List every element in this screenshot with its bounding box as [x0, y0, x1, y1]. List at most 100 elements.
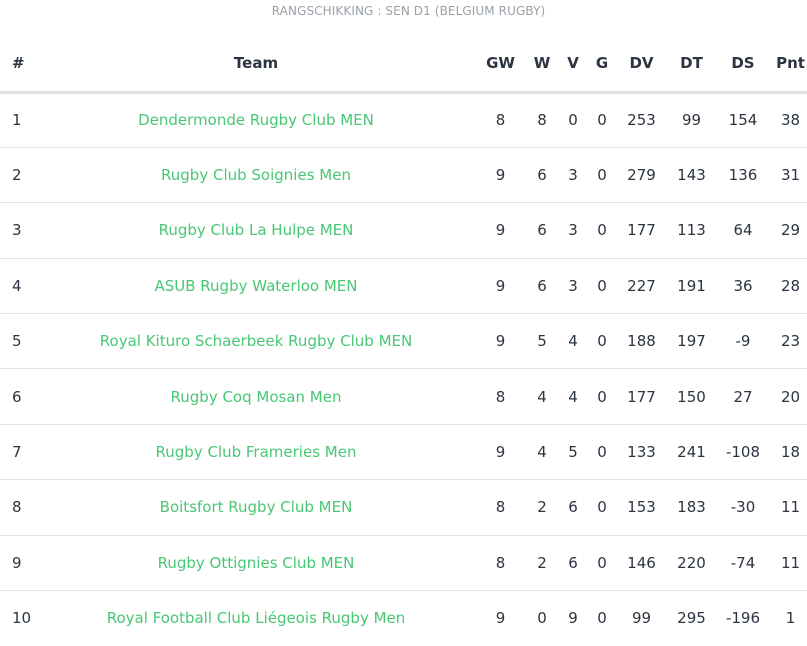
standings-caption: RANGSCHIKKING : SEN D1 (BELGIUM RUGBY)	[271, 4, 546, 18]
cell-position: 4	[12, 276, 22, 295]
cell-draws: 0	[597, 387, 607, 406]
cell-points-difference: -9	[735, 332, 751, 351]
cell-points-against: 143	[677, 166, 706, 185]
team-link[interactable]: Rugby Club Soignies Men	[161, 166, 351, 184]
cell-points-for: 253	[627, 111, 656, 130]
cell-points-against: 183	[677, 498, 706, 517]
cell-points-difference: 154	[728, 111, 758, 130]
table-row: 5 Royal Kituro Schaerbeek Rugby Club MEN…	[0, 314, 807, 369]
header-position: #	[12, 53, 25, 72]
header-points-for: DV	[629, 53, 654, 72]
cell-position: 2	[12, 166, 22, 185]
cell-position: 1	[12, 111, 22, 130]
cell-points-difference: 36	[733, 276, 753, 295]
cell-points-difference: -196	[725, 609, 761, 628]
cell-draws: 0	[597, 443, 607, 462]
cell-position: 8	[12, 498, 22, 517]
cell-points-against: 295	[677, 609, 706, 628]
cell-position: 9	[12, 553, 22, 572]
team-link[interactable]: Rugby Club La Hulpe MEN	[159, 221, 354, 239]
team-link[interactable]: Boitsfort Rugby Club MEN	[160, 498, 353, 516]
cell-points-for: 279	[627, 166, 656, 185]
cell-team: Dendermonde Rugby Club MEN	[41, 92, 471, 147]
cell-points: 29	[780, 221, 801, 240]
table-row: 10 Royal Football Club Liégeois Rugby Me…	[0, 591, 807, 646]
cell-wins: 4	[537, 443, 547, 462]
header-team: Team	[233, 53, 279, 72]
cell-team: Rugby Coq Mosan Men	[41, 369, 471, 424]
cell-points-for: 188	[627, 332, 656, 351]
header-points: Pnt	[776, 53, 805, 72]
cell-losses: 3	[568, 276, 578, 295]
cell-games-played: 9	[495, 332, 506, 351]
cell-position: 10	[12, 609, 32, 628]
cell-points-against: 241	[677, 443, 706, 462]
cell-games-played: 9	[495, 443, 506, 462]
cell-points-against: 150	[677, 387, 706, 406]
cell-points-against: 99	[681, 111, 702, 130]
cell-games-played: 8	[495, 498, 506, 517]
table-row: 3 Rugby Club La Hulpe MEN 9 6 3 0 177 11…	[0, 203, 807, 259]
cell-points: 23	[780, 332, 801, 351]
cell-team: Rugby Club La Hulpe MEN	[41, 203, 471, 258]
team-link[interactable]: Rugby Ottignies Club MEN	[158, 554, 355, 572]
team-link[interactable]: Rugby Coq Mosan Men	[171, 388, 342, 406]
cell-draws: 0	[597, 111, 607, 130]
cell-points-for: 177	[627, 221, 656, 240]
cell-wins: 6	[537, 276, 547, 295]
cell-wins: 5	[537, 332, 547, 351]
cell-position: 3	[12, 221, 22, 240]
cell-games-played: 8	[495, 111, 506, 130]
table-row: 2 Rugby Club Soignies Men 9 6 3 0 279 14…	[0, 147, 807, 203]
cell-losses: 6	[568, 498, 578, 517]
cell-points-for: 133	[627, 443, 656, 462]
standings-table: # Team GW W V G DV DT DS Pnt 1 Dendermon…	[0, 35, 807, 646]
cell-wins: 0	[537, 609, 547, 628]
cell-points: 18	[780, 443, 801, 462]
cell-games-played: 8	[495, 553, 506, 572]
cell-team: Rugby Club Frameries Men	[41, 424, 471, 479]
cell-games-played: 9	[495, 609, 506, 628]
cell-losses: 0	[568, 111, 578, 130]
team-link[interactable]: Dendermonde Rugby Club MEN	[138, 111, 374, 129]
cell-position: 5	[12, 332, 22, 351]
table-row: 6 Rugby Coq Mosan Men 8 4 4 0 177 150 27…	[0, 369, 807, 425]
cell-wins: 8	[537, 111, 547, 130]
cell-losses: 4	[568, 332, 578, 351]
table-row: 8 Boitsfort Rugby Club MEN 8 2 6 0 153 1…	[0, 480, 807, 536]
team-link[interactable]: Royal Kituro Schaerbeek Rugby Club MEN	[100, 332, 412, 350]
cell-losses: 4	[568, 387, 578, 406]
cell-team: Rugby Ottignies Club MEN	[41, 535, 471, 590]
cell-points-for: 227	[627, 276, 656, 295]
header-draws: G	[595, 53, 609, 72]
cell-losses: 6	[568, 553, 578, 572]
header-games-played: GW	[486, 53, 515, 72]
cell-points-difference: -108	[725, 443, 761, 462]
cell-draws: 0	[597, 166, 607, 185]
cell-team: Boitsfort Rugby Club MEN	[41, 480, 471, 535]
cell-games-played: 9	[495, 221, 506, 240]
cell-draws: 0	[597, 609, 607, 628]
cell-points: 28	[780, 276, 801, 295]
cell-draws: 0	[597, 221, 607, 240]
cell-games-played: 9	[495, 276, 506, 295]
cell-points: 1	[785, 609, 796, 628]
cell-draws: 0	[597, 332, 607, 351]
cell-points-difference: -30	[730, 498, 756, 517]
cell-points-for: 99	[631, 609, 652, 628]
cell-wins: 2	[537, 498, 547, 517]
cell-points-for: 146	[627, 553, 656, 572]
header-wins: W	[533, 53, 551, 72]
cell-points-difference: 27	[733, 387, 753, 406]
team-link[interactable]: ASUB Rugby Waterloo MEN	[154, 277, 357, 295]
cell-team: Rugby Club Soignies Men	[41, 147, 471, 202]
table-row: 1 Dendermonde Rugby Club MEN 8 8 0 0 253…	[0, 92, 807, 148]
cell-points-for: 153	[627, 498, 656, 517]
cell-wins: 2	[537, 553, 547, 572]
team-link[interactable]: Royal Football Club Liégeois Rugby Men	[107, 609, 406, 627]
header-points-against: DT	[680, 53, 703, 72]
cell-position: 6	[12, 387, 22, 406]
team-link[interactable]: Rugby Club Frameries Men	[156, 443, 357, 461]
cell-points-against: 191	[677, 276, 706, 295]
cell-draws: 0	[597, 553, 607, 572]
